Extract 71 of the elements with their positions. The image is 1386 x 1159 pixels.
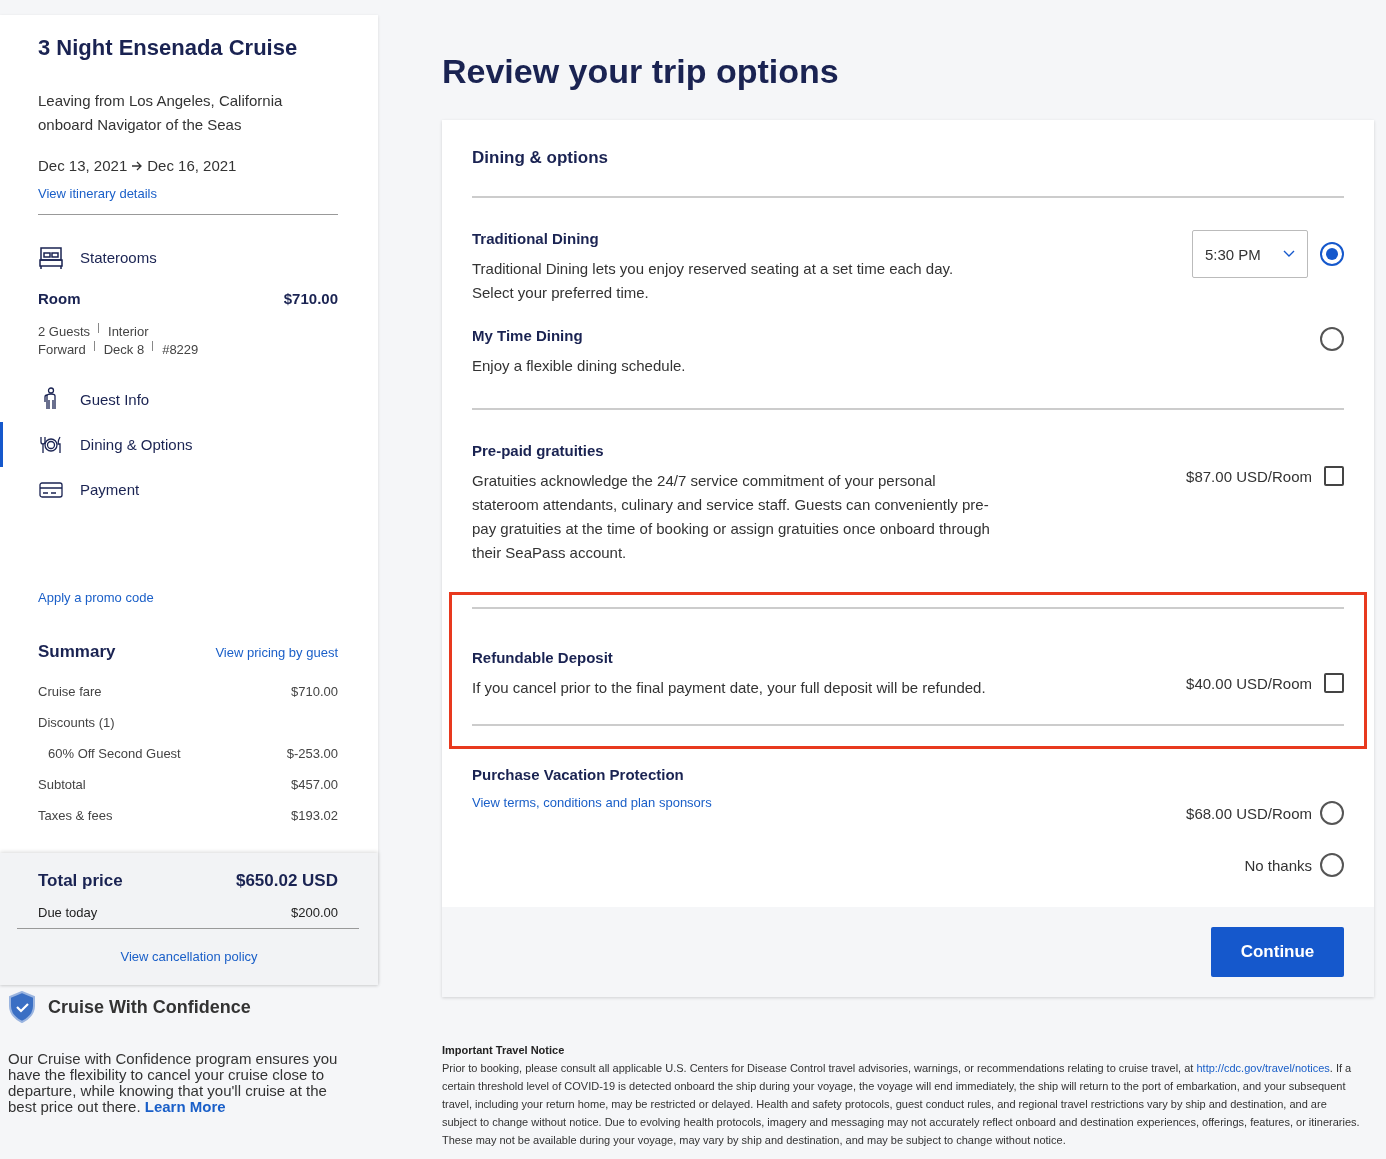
option-title: Refundable Deposit	[472, 649, 614, 666]
summary-label: 60% Off Second Guest	[48, 746, 181, 761]
due-today-value: $200.00	[291, 905, 338, 920]
pricing-by-guest-link[interactable]: View pricing by guest	[215, 644, 338, 660]
learn-more-link[interactable]: Learn More	[144, 1098, 226, 1115]
divider-icon	[152, 341, 155, 351]
summary-label: Discounts (1)	[38, 715, 115, 730]
departure-text: Leaving from Los Angeles, California	[38, 91, 284, 111]
nav-step[interactable]: Dining & Options	[0, 422, 378, 467]
due-today-label: Due today	[38, 905, 98, 920]
ship-text: onboard Navigator of the Seas	[38, 115, 243, 135]
choice-label: No thanks	[1244, 856, 1312, 874]
confidence-title: Cruise With Confidence	[48, 996, 251, 1018]
summary-label: Taxes & fees	[38, 808, 113, 823]
nav-step[interactable]: Guest Info	[0, 377, 378, 422]
chevron-down-icon	[1283, 250, 1295, 258]
promo-code-link[interactable]: Apply a promo code	[38, 590, 154, 605]
option-description: If you cancel prior to the final payment date, your full deposit will be refunded.	[472, 678, 986, 698]
summary-label: Subtotal	[38, 777, 86, 792]
shield-check-icon	[8, 991, 36, 1023]
cancellation-policy-link[interactable]: View cancellation policy	[120, 949, 258, 964]
option-title: My Time Dining	[472, 327, 584, 344]
room-detail: Deck 8	[103, 341, 145, 359]
summary-label: Cruise fare	[38, 684, 102, 699]
notice-title: Important Travel Notice	[442, 1043, 566, 1058]
checkbox[interactable]	[1324, 673, 1344, 693]
option-description: Gratuities acknowledge the 24/7 service commitment of your personal stateroom attendants, culinary and service staff. Guests can conveniently pre-pay gratuities at the time of booking or assign gratuities once onboard through their SeaPass account.	[472, 471, 991, 563]
option-title: Purchase Vacation Protection	[472, 766, 685, 783]
end-date: Dec 16, 2021	[147, 157, 237, 174]
room-detail: Forward	[38, 341, 86, 359]
start-date: Dec 13, 2021	[38, 157, 128, 174]
summary-value: $-253.00	[286, 746, 338, 761]
room-detail: Interior	[108, 323, 149, 341]
summary-value: $457.00	[291, 777, 338, 792]
radio-button[interactable]	[1320, 327, 1344, 351]
summary-value: $710.00	[291, 684, 338, 699]
summary-value: $193.02	[291, 808, 338, 823]
option-price: $40.00 USD/Room	[1186, 674, 1312, 692]
page-title: Review your trip options	[442, 52, 840, 91]
cdc-link[interactable]: http://cdc.gov/travel/notices	[1196, 1062, 1330, 1074]
notice-text: Prior to booking, please consult all applicable U.S. Centers for Disease Control travel advisories, warnings, or recommendations relating to cruise travel, at http://cdc.gov/travel/notices. If a certain threshold level of COVID-19 is detected onboard the ship during your voyage, the voyage will end immediately, the ship will return to the port of embarkation, and your subsequent travel, including your return home, may be restricted or delayed. Health and safety protocols, guest conduct rules, and regional travel restrictions vary by ship and destination, and are subject to change without notice. Due to evolving health protocols, imagery and messaging may not accurately reflect onboard and destination experiences, offerings, features, or itineraries. These may not be available during your voyage, may vary by ship and destination, and may be subject to change without notice.	[442, 1061, 1361, 1148]
room-detail: #8229	[162, 341, 199, 359]
confidence-text: Our Cruise with Confidence program ensures you have the flexibility to cancel your cruise close to departure, while knowing that you'll cruise at the best price out there. Learn More	[8, 1051, 339, 1115]
nav-step[interactable]: Payment	[0, 467, 378, 512]
radio-button[interactable]	[1320, 242, 1344, 266]
choice-label: $68.00 USD/Room	[1186, 804, 1312, 822]
cruise-title: 3 Night Ensenada Cruise	[38, 35, 299, 61]
plate-cutlery-icon	[39, 435, 63, 454]
option-price: $87.00 USD/Room	[1186, 467, 1312, 485]
plan-terms-link[interactable]: View terms, conditions and plan sponsors	[472, 795, 712, 810]
arrow-right-icon	[131, 160, 144, 171]
bed-icon	[39, 245, 63, 270]
summary-title: Summary	[38, 642, 116, 662]
radio-button[interactable]	[1320, 853, 1344, 877]
room-label: Room	[38, 290, 81, 307]
nav-step[interactable]: Staterooms	[0, 235, 378, 280]
total-price: $650.02 USD	[235, 871, 338, 891]
option-description: Enjoy a flexible dining schedule.	[472, 356, 686, 376]
option-title: Traditional Dining	[472, 230, 600, 247]
itinerary-link[interactable]: View itinerary details	[38, 186, 157, 201]
room-price: $710.00	[283, 290, 338, 307]
section-heading: Dining & options	[472, 148, 1344, 198]
radio-button[interactable]	[1320, 801, 1344, 825]
option-title: Pre-paid gratuities	[472, 442, 605, 459]
time-select[interactable]: 5:30 PM	[1192, 230, 1308, 278]
room-detail: 2 Guests	[38, 323, 91, 341]
continue-button[interactable]: Continue	[1211, 927, 1344, 977]
option-description: Traditional Dining lets you enjoy reserved seating at a set time each day. Select your preferred time.	[472, 259, 955, 303]
total-label: Total price	[38, 871, 123, 891]
credit-card-icon	[39, 481, 63, 498]
checkbox[interactable]	[1324, 466, 1344, 486]
